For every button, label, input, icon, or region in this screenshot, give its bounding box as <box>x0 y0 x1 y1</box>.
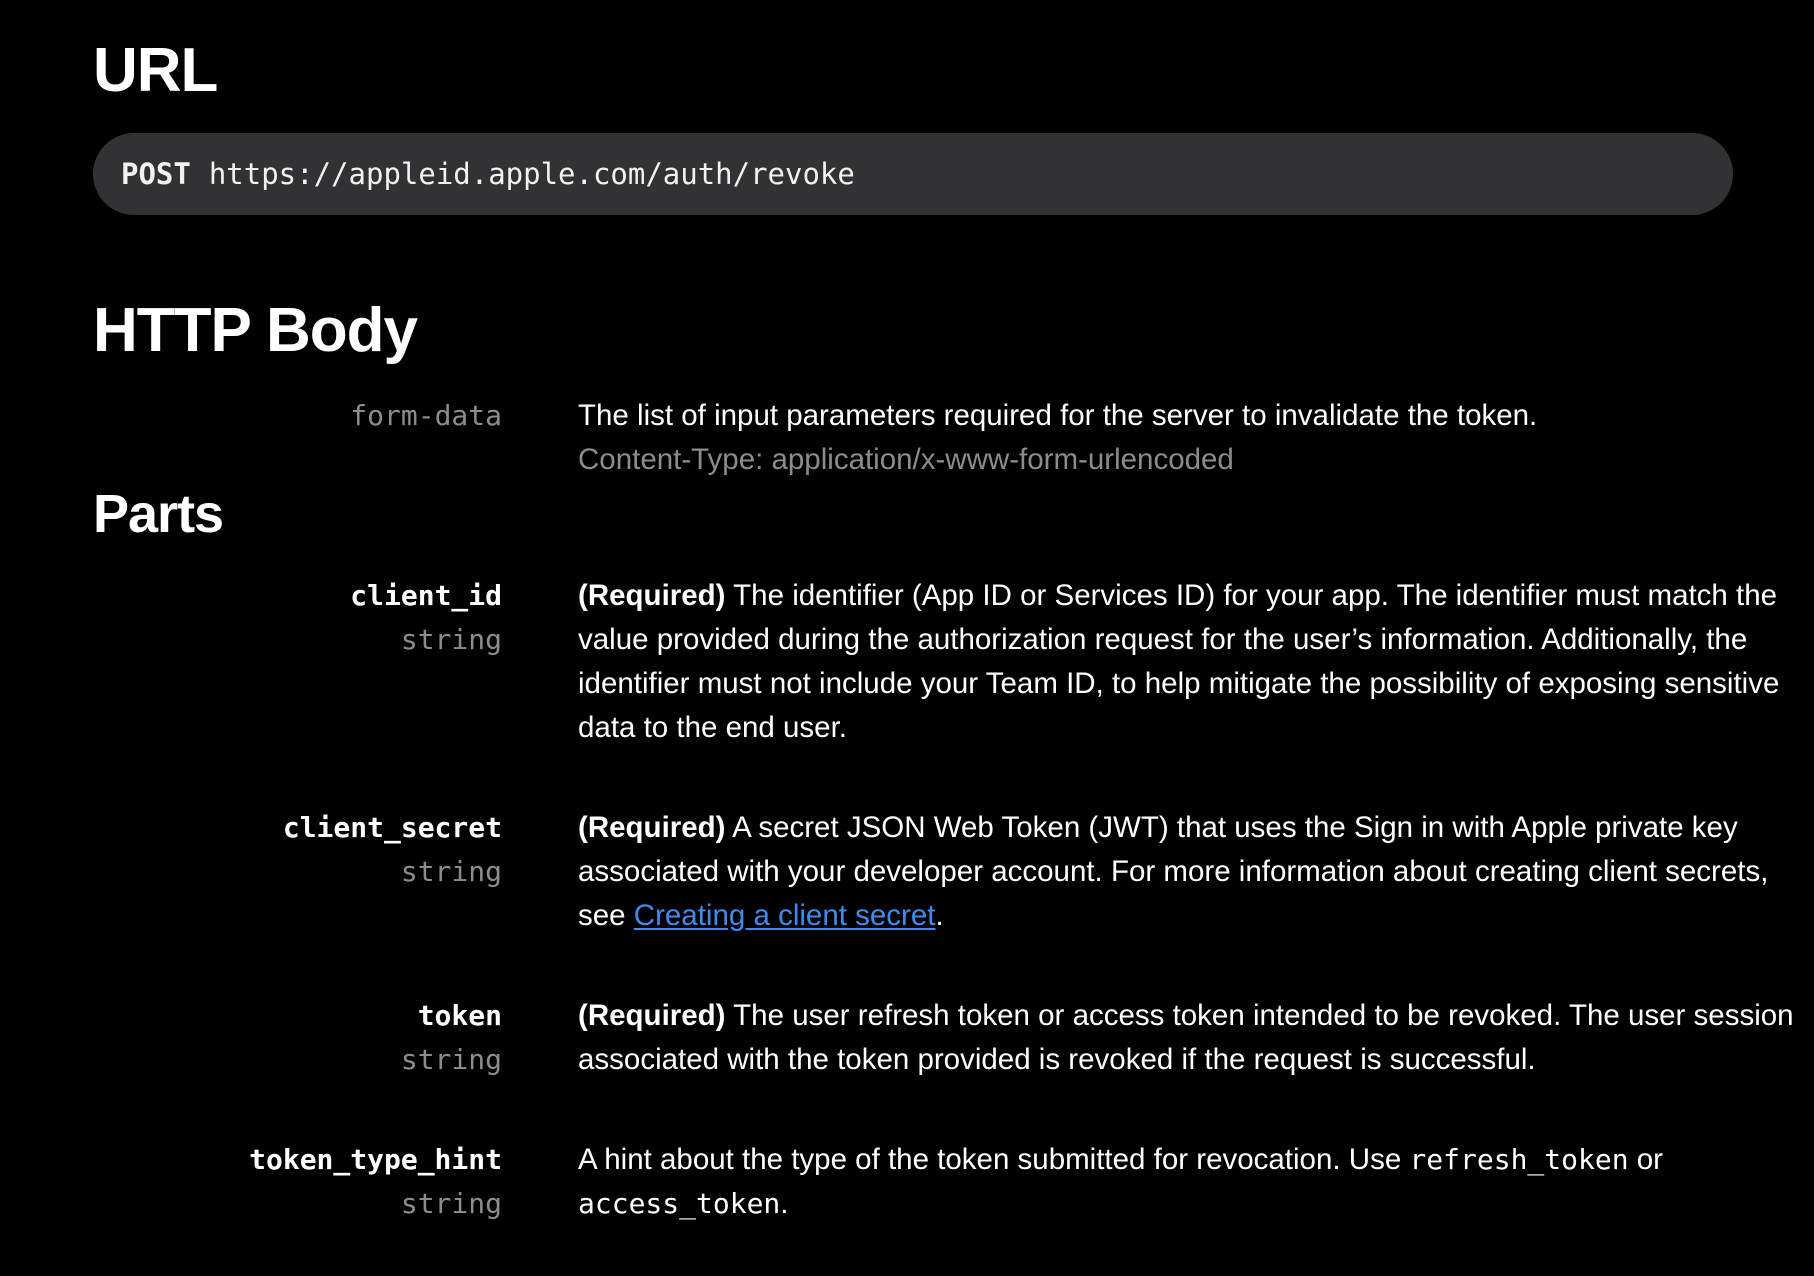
http-body-type: form-data <box>350 399 502 432</box>
required-label: (Required) <box>578 811 726 844</box>
http-body-section-title: HTTP Body <box>93 296 418 365</box>
parameter-description-text: The user refresh token or access token i… <box>578 999 1794 1076</box>
parameter-name: token <box>417 999 502 1032</box>
parts-section-title: Parts <box>93 484 224 544</box>
required-label: (Required) <box>578 999 726 1032</box>
url-section-title: URL <box>93 36 218 105</box>
parameter-description: A hint about the type of the token submi… <box>578 1138 1814 1226</box>
parameter-description: (Required) A secret JSON Web Token (JWT)… <box>578 806 1814 938</box>
http-body-description: The list of input parameters required fo… <box>578 399 1538 432</box>
description-suffix: . <box>935 899 944 932</box>
http-method: POST <box>121 157 191 191</box>
parameter-name: client_secret <box>282 811 502 844</box>
creating-client-secret-link[interactable]: Creating a client secret <box>634 899 936 932</box>
parameter-type: string <box>400 623 502 656</box>
parameter-type: string <box>400 1187 502 1220</box>
refresh-token-code: refresh_token <box>1409 1143 1629 1176</box>
parameter-description-text: A hint about the type of the token submi… <box>578 1143 1410 1176</box>
parameter-name: token_type_hint <box>249 1143 502 1176</box>
parameter-description-text: The identifier (App ID or Services ID) f… <box>578 579 1780 744</box>
parameter-type: string <box>400 1043 502 1076</box>
description-suffix: . <box>780 1187 789 1220</box>
parameter-description: (Required) The identifier (App ID or Ser… <box>578 574 1814 750</box>
http-body-description-column: The list of input parameters required fo… <box>578 394 1814 482</box>
parameter-signature: client_secret string <box>93 806 502 894</box>
required-label: (Required) <box>578 579 726 612</box>
parameter-signature: token_type_hint string <box>93 1138 502 1226</box>
endpoint-code-block: POST https://appleid.apple.com/auth/revo… <box>93 133 1733 215</box>
parameter-name: client_id <box>350 579 502 612</box>
http-body-content-type: Content-Type: application/x-www-form-url… <box>578 443 1234 476</box>
http-body-type-column: form-data <box>93 394 502 438</box>
parameter-type: string <box>400 855 502 888</box>
access-token-code: access_token <box>578 1187 781 1220</box>
description-connector: or <box>1628 1143 1664 1176</box>
parameter-description: (Required) The user refresh token or acc… <box>578 994 1814 1082</box>
parameter-signature: client_id string <box>93 574 502 662</box>
parameter-signature: token string <box>93 994 502 1082</box>
endpoint-url: https://appleid.apple.com/auth/revoke <box>208 157 855 191</box>
